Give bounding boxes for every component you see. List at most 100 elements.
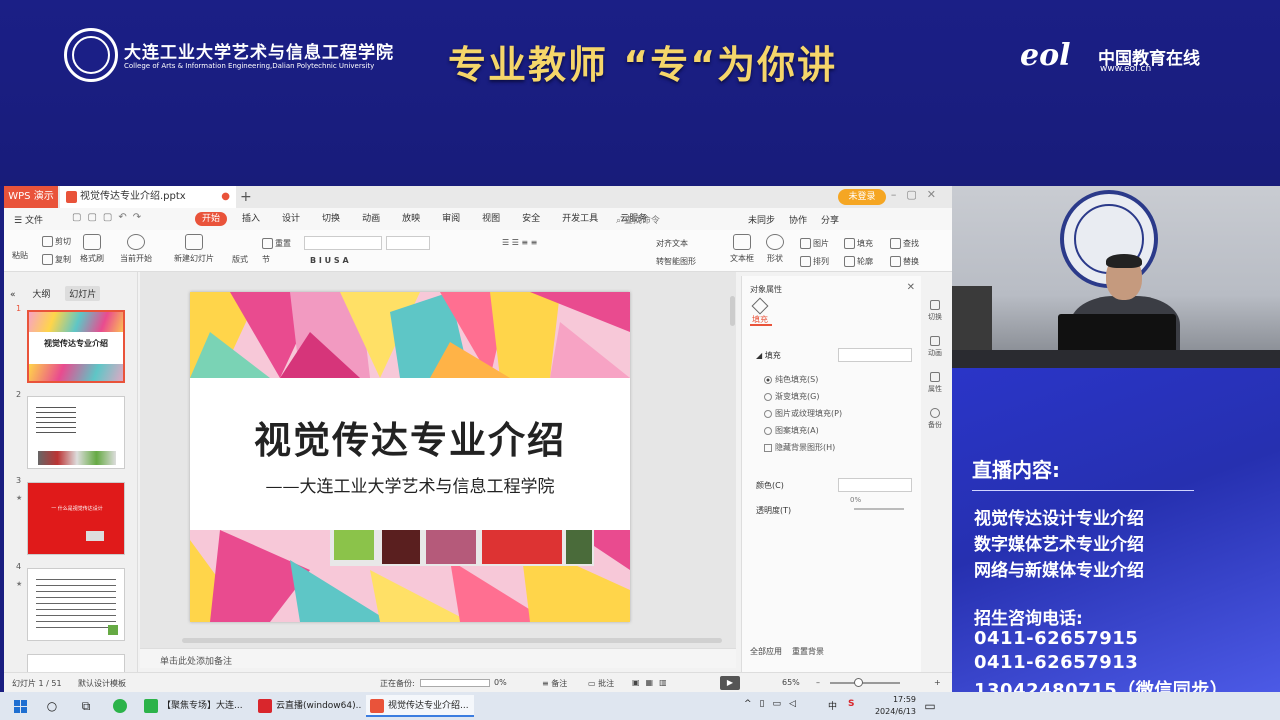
login-button[interactable]: 未登录 <box>838 189 886 205</box>
close-icon[interactable]: ✕ <box>907 282 915 293</box>
apply-all-button[interactable]: 全部应用 <box>750 646 782 657</box>
tab-security[interactable]: 安全 <box>522 212 540 226</box>
tab-outline[interactable]: 大纲 <box>32 287 50 300</box>
solid-fill-radio[interactable]: 纯色填充(S) <box>764 374 818 385</box>
start-button[interactable] <box>12 698 28 714</box>
reset-background-button[interactable]: 重置背景 <box>792 646 824 657</box>
task-view-icon[interactable]: ⧉ <box>78 698 94 714</box>
tab-slides[interactable]: 幻灯片 <box>65 286 101 301</box>
sync-status[interactable]: 未同步 <box>748 213 775 226</box>
system-clock[interactable]: 17:59 2024/6/13 <box>864 694 916 718</box>
arrange-button[interactable]: 排列 <box>800 256 829 267</box>
notes-area[interactable]: 单击此处添加备注 <box>140 648 736 668</box>
tab-home[interactable]: 开始 <box>195 212 228 226</box>
font-name-select[interactable] <box>304 236 382 250</box>
tab-slideshow[interactable]: 放映 <box>402 212 420 226</box>
tab-view[interactable]: 视图 <box>482 212 500 226</box>
color-select[interactable] <box>838 478 912 492</box>
font-size-select[interactable] <box>386 236 430 250</box>
tab-developer[interactable]: 开发工具 <box>562 212 598 226</box>
share-button[interactable]: 分享 <box>821 213 839 226</box>
slideshow-play-button[interactable]: ▶ <box>720 676 740 690</box>
vertical-scrollbar[interactable] <box>730 296 735 326</box>
side-tool-backup[interactable]: 备份 <box>924 404 946 440</box>
outline-button[interactable]: 轮廓 <box>844 256 873 267</box>
tab-design[interactable]: 设计 <box>282 212 300 226</box>
fill-select[interactable] <box>838 348 912 362</box>
design-template[interactable]: 默认设计模板 <box>78 678 126 689</box>
antivirus-icon[interactable]: S <box>848 699 854 709</box>
browser-icon[interactable] <box>112 698 128 714</box>
tab-animation[interactable]: 动画 <box>362 212 380 226</box>
fill-section-header[interactable]: ◢ 填充 <box>756 350 781 361</box>
new-tab-button[interactable]: + <box>240 186 252 208</box>
format-painter-button[interactable]: 格式刷 <box>80 234 104 264</box>
layout-button[interactable]: 版式 <box>232 254 248 265</box>
app-tab[interactable]: WPS 演示 <box>4 186 58 208</box>
reset-button[interactable]: 重置 <box>262 238 291 249</box>
side-tool-animation[interactable]: 动画 <box>924 332 946 368</box>
search-icon[interactable]: ○ <box>44 698 60 714</box>
reset-icon <box>262 238 273 249</box>
paste-button[interactable]: 粘贴 <box>12 250 28 261</box>
slide-thumbnail-5[interactable] <box>27 654 125 674</box>
zoom-in-button[interactable]: + <box>934 678 941 687</box>
notification-icon[interactable]: ▭ <box>922 698 938 714</box>
slide-thumbnail-3[interactable]: 一 什么是视觉传达设计 <box>27 482 125 555</box>
slide-thumbnail-2[interactable] <box>27 396 125 469</box>
smartart-button[interactable]: 转智能图形 <box>656 256 696 267</box>
file-menu[interactable]: ☰ 文件 <box>14 213 43 226</box>
slide-thumbnail-1[interactable]: 视觉传达专业介绍 <box>27 310 125 383</box>
align-text-button[interactable]: 对齐文本 <box>656 238 688 249</box>
fill-tab[interactable]: 填充 <box>751 297 769 325</box>
tab-transition[interactable]: 切换 <box>322 212 340 226</box>
collapse-icon[interactable]: « <box>10 290 16 300</box>
replace-button[interactable]: 替换 <box>890 256 919 267</box>
pattern-fill-radio[interactable]: 图案填充(A) <box>764 425 819 436</box>
taskbar-app-wps[interactable]: 视觉传达专业介绍... <box>366 695 474 717</box>
picture-button[interactable]: 图片 <box>800 238 829 249</box>
zoom-slider[interactable] <box>830 682 900 684</box>
taskbar-app-browser[interactable]: 【聚焦专场】大连... <box>140 695 248 717</box>
current-slide[interactable]: 视觉传达专业介绍 ——大连工业大学艺术与信息工程学院 <box>190 292 630 622</box>
zoom-level[interactable]: 65% <box>782 678 800 687</box>
gradient-fill-radio[interactable]: 渐变填充(G) <box>764 391 819 402</box>
slogan: 专业教师 “专“为你讲 <box>448 43 838 87</box>
tab-review[interactable]: 审阅 <box>442 212 460 226</box>
text-box-button[interactable]: 文本框 <box>730 234 754 264</box>
command-search[interactable]: ⌕ 查找命令 <box>616 213 660 226</box>
paragraph-tools[interactable]: ☰ ☰ ≡ ≡ <box>502 238 537 247</box>
fill-button[interactable]: 填充 <box>844 238 873 249</box>
transparency-slider[interactable] <box>854 508 904 510</box>
comments-toggle[interactable]: ▭ 批注 <box>588 678 614 689</box>
zoom-slider-knob[interactable] <box>854 678 863 687</box>
hide-background-checkbox[interactable]: 隐藏背景图形(H) <box>764 442 835 453</box>
new-slide-button[interactable]: 新建幻灯片 <box>174 234 214 264</box>
horizontal-scrollbar[interactable] <box>182 638 722 643</box>
zoom-out-button[interactable]: – <box>816 678 820 687</box>
view-mode-buttons[interactable]: ▣▦▥ <box>632 678 673 687</box>
taskbar-app-live[interactable]: 云直播(window64)... <box>254 695 362 717</box>
bold-button[interactable]: B I U S A <box>310 256 349 265</box>
play-from-current-button[interactable]: 当前开始 <box>120 234 152 264</box>
slide-title[interactable]: 视觉传达专业介绍 <box>190 410 630 464</box>
picture-fill-radio[interactable]: 图片或纹理填充(P) <box>764 408 842 419</box>
tab-insert[interactable]: 插入 <box>242 212 260 226</box>
slide-subtitle[interactable]: ——大连工业大学艺术与信息工程学院 <box>190 472 630 497</box>
collaborate-button[interactable]: 协作 <box>789 213 807 226</box>
section-button[interactable]: 节 <box>262 254 270 265</box>
copy-button[interactable]: 复制 <box>42 254 71 265</box>
ime-indicator[interactable]: 中 <box>828 699 837 712</box>
shape-button[interactable]: 形状 <box>766 234 784 264</box>
cut-button[interactable]: 剪切 <box>42 236 71 247</box>
tab-close-icon[interactable]: ● <box>221 186 230 208</box>
document-tab[interactable]: 视觉传达专业介绍.pptx ● <box>60 186 236 208</box>
notes-toggle[interactable]: ≡ 备注 <box>542 678 567 689</box>
find-button[interactable]: 查找 <box>890 238 919 249</box>
system-tray-icons[interactable]: ^▯▭◁ <box>744 699 804 709</box>
side-tool-transition[interactable]: 切换 <box>924 296 946 332</box>
side-tool-properties[interactable]: 属性 <box>924 368 946 404</box>
slide-thumbnail-4[interactable] <box>27 568 125 641</box>
quick-access-toolbar[interactable]: ▢▢▢↶↷ <box>72 212 147 223</box>
window-controls[interactable]: –▢✕ <box>891 188 946 201</box>
